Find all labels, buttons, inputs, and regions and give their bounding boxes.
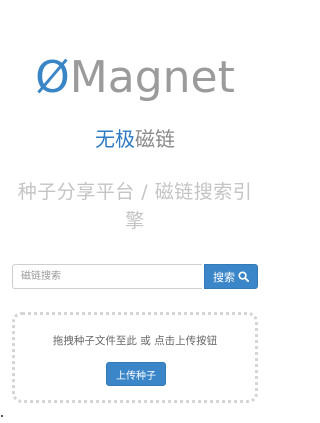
logo-word: Magnet <box>69 52 235 103</box>
logo-symbol: Ø <box>35 52 70 103</box>
upload-button[interactable]: 上传种子 <box>106 362 166 386</box>
search-button-label: 搜索 <box>213 270 235 284</box>
brand-accent: 无极 <box>95 127 135 151</box>
stray-dot <box>1 415 3 417</box>
brand-rest: 磁链 <box>135 127 175 151</box>
search-button[interactable]: 搜索 <box>204 264 258 289</box>
site-logo[interactable]: ØMagnet <box>0 50 270 106</box>
upload-hint: 拖拽种子文件至此 或 点击上传按钮 <box>52 335 218 347</box>
brand-name: 无极磁链 <box>0 124 270 154</box>
upload-dropzone[interactable]: 拖拽种子文件至此 或 点击上传按钮 上传种子 <box>12 312 258 403</box>
search-input[interactable] <box>12 264 202 289</box>
search-bar: 搜索 <box>12 264 258 289</box>
search-icon <box>238 271 249 282</box>
tagline: 种子分享平台 / 磁链搜索引擎 <box>17 181 253 232</box>
